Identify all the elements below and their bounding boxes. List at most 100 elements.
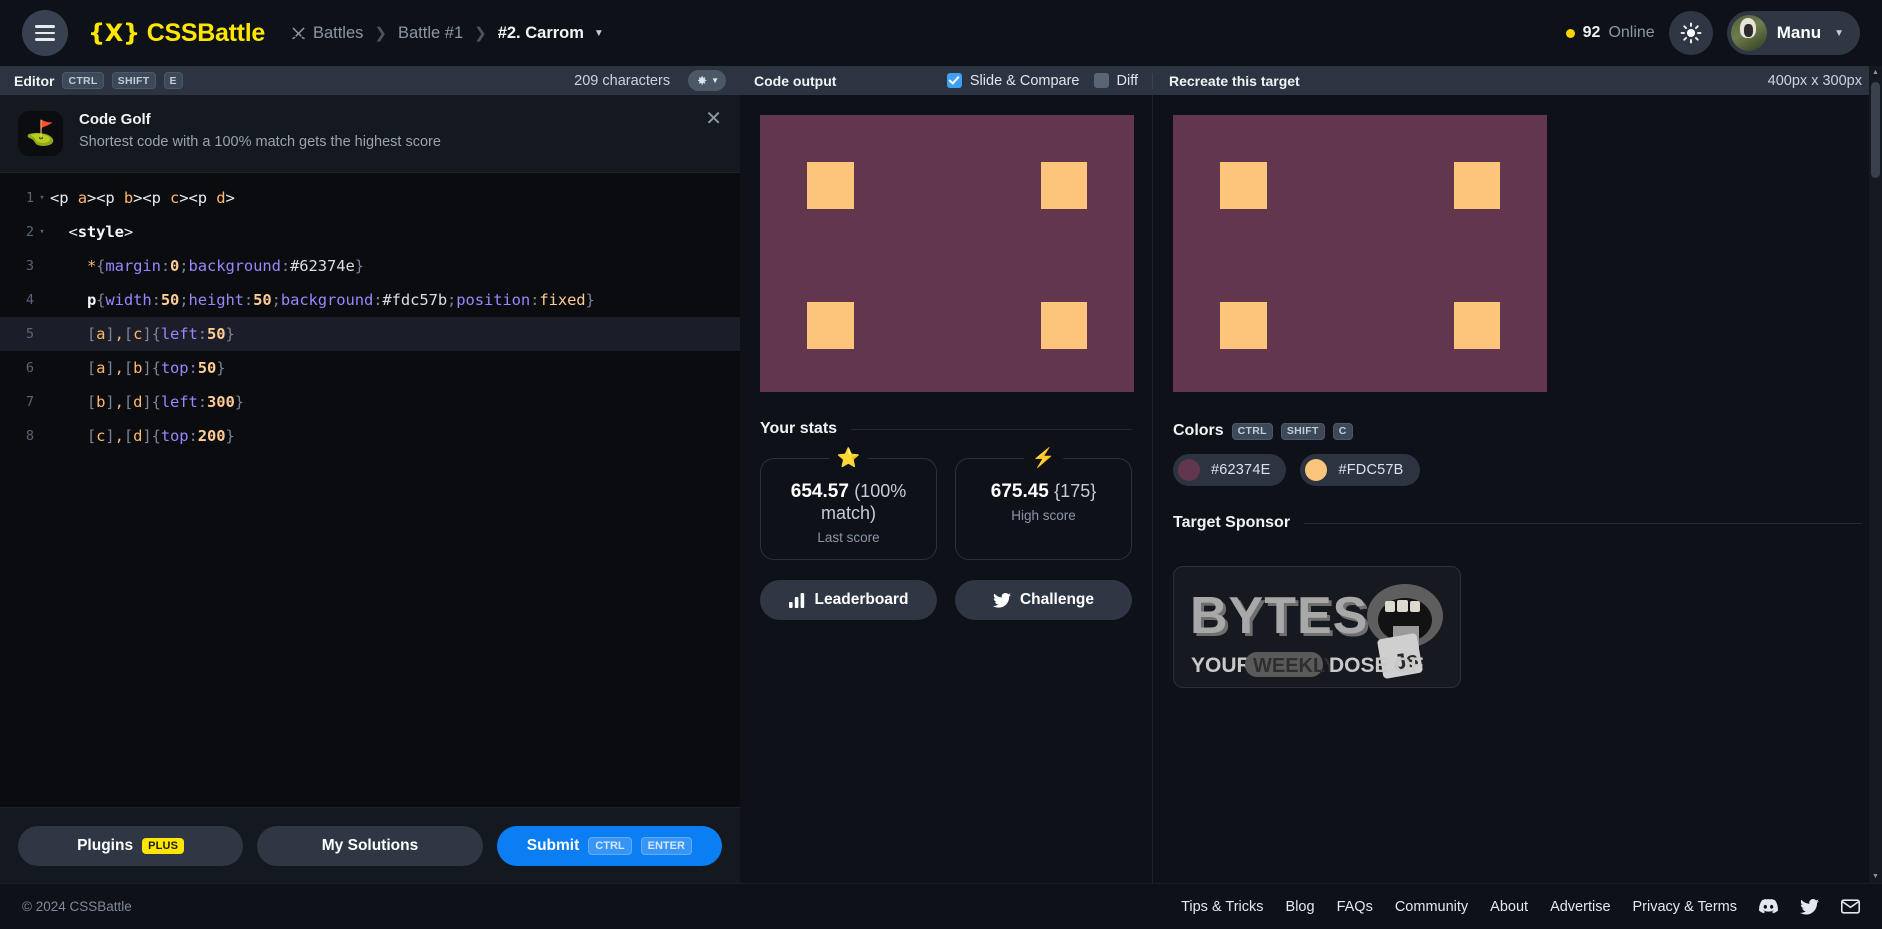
svg-text:WEEKLY: WEEKLY — [1253, 655, 1337, 677]
breadcrumb-item-current[interactable]: #2. Carrom ▼ — [498, 24, 604, 43]
panes: Your stats ⭐ 654.57 (100% match) Last sc… — [740, 95, 1882, 883]
breadcrumb-chevron-icon: ❯ — [374, 25, 387, 42]
scroll-down-icon[interactable]: ▼ — [1869, 870, 1882, 883]
plugins-label: Plugins — [77, 836, 134, 854]
breadcrumb-item-battle-1[interactable]: Battle #1 — [398, 24, 463, 43]
code-line-text: p{width:50;height:50;background:#fdc57b;… — [86, 291, 595, 309]
code-line[interactable]: 5 [a],[c]{left:50} — [0, 317, 740, 351]
footer-link[interactable]: Privacy & Terms — [1633, 899, 1737, 915]
color-dot — [1178, 459, 1200, 481]
code-line[interactable]: 6 [a],[b]{top:50} — [0, 351, 740, 385]
code-line[interactable]: 2 ▾ <style> — [0, 215, 740, 249]
hamburger-icon[interactable] — [22, 10, 68, 56]
diff-checkbox[interactable]: Diff — [1093, 72, 1139, 89]
star-icon: ⭐ — [828, 448, 869, 470]
twitter-icon[interactable] — [1800, 898, 1819, 915]
chevron-down-icon: ▼ — [593, 27, 604, 39]
code-line-text: <style> — [50, 223, 134, 241]
canvas-square — [1453, 161, 1501, 209]
golf-flag-icon: ⛳ — [18, 111, 63, 156]
plus-badge: PLUS — [142, 837, 185, 854]
breadcrumb-item-battles[interactable]: Battles — [291, 24, 363, 43]
code-line-text: [c],[d]{top:200} — [50, 427, 235, 445]
checkbox-unchecked-icon — [1093, 73, 1109, 88]
footer-link[interactable]: Blog — [1286, 899, 1315, 915]
svg-text:DOSE OF: DOSE OF — [1329, 654, 1424, 677]
submit-label: Submit — [526, 836, 580, 854]
editor-panel: Editor CTRL SHIFT E 209 characters ▼ ⛳ C… — [0, 66, 740, 883]
colors-header: Colors CTRL SHIFT C — [1173, 422, 1862, 440]
color-swatch[interactable]: #FDC57B — [1300, 454, 1420, 486]
plugins-button[interactable]: Plugins PLUS — [18, 825, 244, 866]
line-number: 4 — [25, 292, 34, 308]
page-scrollbar[interactable]: ▲ ▼ — [1869, 66, 1882, 883]
challenge-label: Challenge — [1019, 591, 1095, 608]
color-dot — [1305, 459, 1328, 481]
user-name: Manu — [1776, 23, 1822, 42]
footer-link[interactable]: Tips & Tricks — [1181, 899, 1263, 915]
theme-toggle-button[interactable] — [1668, 11, 1713, 55]
line-number: 7 — [25, 394, 34, 410]
output-canvas[interactable] — [760, 115, 1134, 392]
slide-compare-checkbox[interactable]: Slide & Compare — [946, 72, 1080, 89]
color-swatches: #62374E #FDC57B — [1173, 454, 1862, 486]
code-line-text: *{margin:0;background:#62374e} — [86, 257, 364, 275]
breadcrumb-chevron-icon: ❯ — [474, 25, 487, 42]
divider — [1304, 522, 1862, 524]
fold-chevron-icon[interactable]: ▾ — [34, 193, 50, 203]
last-score-card: ⭐ 654.57 (100% match) Last score — [760, 448, 937, 560]
code-line[interactable]: 4 p{width:50;height:50;background:#fdc57… — [0, 283, 740, 317]
color-hex-label: #FDC57B — [1338, 462, 1404, 478]
footer-link[interactable]: Advertise — [1550, 899, 1610, 915]
footer-links: Tips & Tricks Blog FAQs Community About Adver… — [1181, 899, 1860, 915]
code-line[interactable]: 7 [b],[d]{left:300} — [0, 385, 740, 419]
editor-shortcut-key: SHIFT — [111, 72, 156, 89]
fold-chevron-icon[interactable]: ▾ — [34, 227, 50, 237]
breadcrumb-label: Battle #1 — [397, 23, 464, 42]
line-number: 8 — [25, 428, 34, 444]
bytes-ad-graphic: BYTES BYTES Js YOUR WEEKLY DOSE OF — [1190, 584, 1443, 679]
code-line[interactable]: 1 ▾ <p a><p b><p c><p d> — [0, 181, 740, 215]
your-stats-title: Your stats — [760, 420, 838, 437]
user-menu-button[interactable]: Manu ▼ — [1726, 11, 1860, 55]
color-swatch[interactable]: #62374E — [1173, 454, 1287, 486]
code-line[interactable]: 8 [c],[d]{top:200} — [0, 419, 740, 453]
footer-link[interactable]: FAQs — [1337, 899, 1373, 915]
scroll-up-icon[interactable]: ▲ — [1869, 66, 1882, 79]
header-right: 92 Online Manu ▼ — [1565, 11, 1860, 55]
sponsor-ad[interactable]: BYTES BYTES Js YOUR WEEKLY DOSE OF — [1173, 566, 1461, 688]
site-logo[interactable]: {X} CSSBattle — [88, 19, 265, 48]
leaderboard-button[interactable]: Leaderboard — [760, 580, 937, 620]
editor-settings-button[interactable]: ▼ — [688, 70, 726, 91]
scrollbar-thumb[interactable] — [1871, 82, 1880, 178]
discord-icon[interactable] — [1759, 899, 1778, 914]
code-golf-text: Code Golf Shortest code with a 100% matc… — [79, 111, 441, 150]
canvas-square — [806, 302, 854, 349]
code-line[interactable]: 3 *{margin:0;background:#62374e} — [0, 249, 740, 283]
twitter-icon — [992, 592, 1011, 608]
bar-chart-icon — [788, 592, 804, 608]
my-solutions-button[interactable]: My Solutions — [257, 825, 483, 866]
breadcrumb-label: Battles — [312, 23, 364, 42]
code-editor[interactable]: 1 ▾ <p a><p b><p c><p d> 2 ▾ <style> 3 *{marg… — [0, 173, 740, 807]
character-count: 209 characters — [574, 72, 671, 89]
canvas-square — [1219, 302, 1267, 349]
submit-button[interactable]: Submit CTRL ENTER — [496, 825, 722, 866]
code-golf-subtitle: Shortest code with a 100% match gets the… — [79, 134, 441, 150]
code-line-text: [a],[b]{top:50} — [50, 359, 226, 377]
top-header: {X} CSSBattle Battles ❯ Battle #1 ❯ #2. … — [0, 0, 1882, 66]
footer-link[interactable]: Community — [1395, 899, 1468, 915]
slide-compare-label: Slide & Compare — [969, 72, 1080, 89]
last-score-caption: Last score — [817, 530, 880, 545]
editor-title: Editor — [14, 72, 55, 89]
colors-shortcut-key: CTRL — [1231, 422, 1273, 440]
svg-text:YOUR: YOUR — [1191, 654, 1252, 677]
challenge-button[interactable]: Challenge — [955, 580, 1132, 620]
close-icon[interactable]: ✕ — [705, 109, 722, 129]
mail-icon[interactable] — [1841, 899, 1860, 914]
diff-label: Diff — [1116, 72, 1139, 89]
checkbox-checked-icon — [946, 73, 962, 88]
footer-link[interactable]: About — [1490, 899, 1528, 915]
high-score-caption: High score — [1011, 508, 1076, 523]
online-count: 92 — [1582, 24, 1601, 41]
